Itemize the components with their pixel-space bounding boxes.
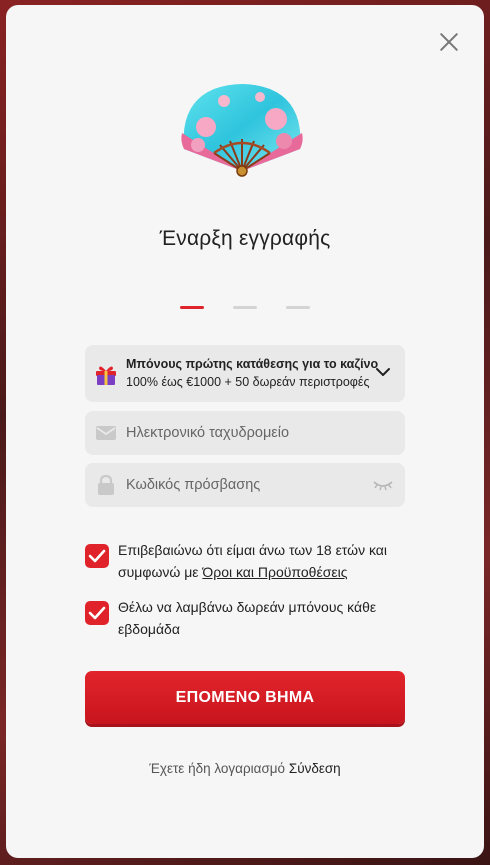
next-step-button[interactable]: ΕΠΟΜΕΝΟ ΒΗΜΑ	[85, 671, 405, 724]
fan-icon	[181, 84, 303, 177]
bonus-checkbox[interactable]	[85, 601, 109, 625]
step-3	[286, 306, 310, 309]
step-indicator	[6, 306, 484, 310]
login-prompt-text: Έχετε ήδη λογαριασμό	[149, 761, 286, 776]
password-field	[85, 463, 405, 507]
step-1	[180, 306, 204, 309]
gift-icon	[96, 366, 116, 385]
bonus-subtitle: 100% έως €1000 + 50 δωρεάν περιστροφές	[126, 375, 370, 389]
chevron-down-icon[interactable]	[375, 366, 391, 378]
age-consent-text: Επιβεβαιώνω ότι είμαι άνω των 18 ετών κα…	[118, 539, 413, 583]
bonus-consent-row: Θέλω να λαμβάνω δωρεάν μπόνους κάθε εβδο…	[85, 596, 415, 642]
bonus-title: Μπόνους πρώτης κατάθεσης για το καζίνο	[126, 357, 379, 371]
page-title: Έναρξη εγγραφής	[159, 227, 331, 250]
eye-closed-icon[interactable]	[372, 479, 394, 491]
lock-icon	[98, 475, 114, 495]
bonus-consent-text: Θέλω να λαμβάνω δωρεάν μπόνους κάθε εβδο…	[118, 599, 377, 637]
close-icon[interactable]	[437, 30, 461, 54]
age-consent-row: Επιβεβαιώνω ότι είμαι άνω των 18 ετών κα…	[85, 539, 415, 585]
password-input[interactable]	[126, 463, 366, 507]
terms-link[interactable]: Όροι και Προϋποθέσεις	[202, 564, 347, 580]
login-link[interactable]: Σύνδεση	[289, 761, 341, 776]
email-field	[85, 411, 405, 455]
bonus-select[interactable]: Μπόνους πρώτης κατάθεσης για το καζίνο 1…	[85, 345, 405, 402]
step-2	[233, 306, 257, 309]
checkmark-icon	[88, 549, 106, 563]
mail-icon	[96, 426, 116, 440]
registration-modal: Έναρξη εγγραφής Μπόνους πρώτης κατάθεσης…	[6, 5, 484, 858]
checkmark-icon	[88, 606, 106, 620]
email-input[interactable]	[126, 411, 366, 455]
login-prompt: Έχετε ήδη λογαριασμό Σύνδεση	[6, 761, 484, 776]
age-checkbox[interactable]	[85, 544, 109, 568]
